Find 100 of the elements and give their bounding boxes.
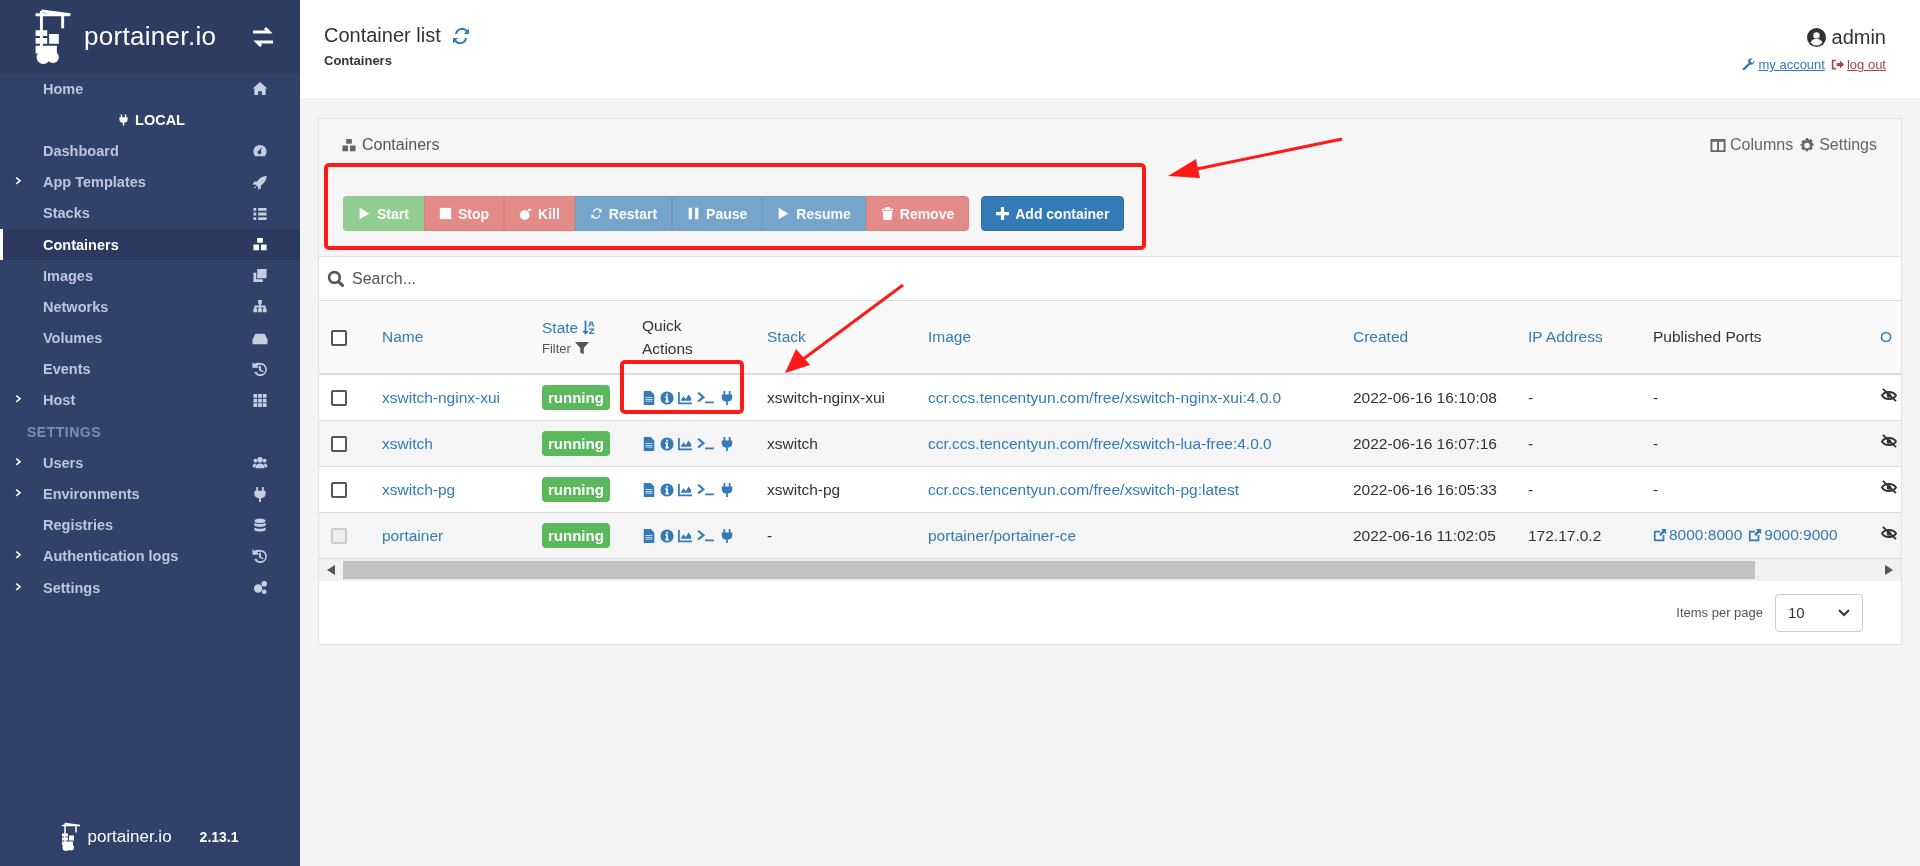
add-container-button[interactable]: Add container bbox=[981, 196, 1125, 231]
wrench-icon bbox=[1742, 58, 1756, 71]
trash-icon bbox=[880, 207, 894, 220]
sitemap-icon bbox=[252, 299, 268, 315]
info-icon[interactable] bbox=[660, 482, 674, 497]
history-icon bbox=[252, 548, 268, 564]
table-cell: 2022-06-16 16:07:16 bbox=[1353, 434, 1497, 452]
table-cell: 2022-06-16 11:02:05 bbox=[1353, 526, 1496, 544]
sidebar-item[interactable]: Networks bbox=[0, 291, 300, 323]
select-all-checkbox[interactable] bbox=[331, 329, 347, 346]
pause-icon bbox=[687, 207, 701, 220]
chart-icon[interactable] bbox=[678, 482, 692, 497]
row-checkbox[interactable] bbox=[331, 390, 347, 407]
sidebar-item[interactable]: Dashboard bbox=[0, 135, 300, 167]
chart-icon[interactable] bbox=[678, 528, 692, 543]
chart-icon[interactable] bbox=[678, 390, 692, 405]
plug-icon[interactable] bbox=[720, 436, 734, 451]
container-name-link[interactable]: xswitch-pg bbox=[382, 480, 456, 498]
grid-icon bbox=[252, 392, 268, 408]
sidebar-item[interactable]: Registries bbox=[0, 509, 300, 541]
row-checkbox[interactable] bbox=[331, 436, 347, 453]
container-name-link[interactable]: xswitch bbox=[382, 434, 433, 452]
plug-icon[interactable] bbox=[720, 482, 734, 497]
table-cell: - bbox=[1653, 388, 1659, 407]
row-checkbox[interactable] bbox=[331, 482, 347, 499]
toolbar-link[interactable]: Settings bbox=[1799, 136, 1877, 154]
image-link[interactable]: ccr.ccs.tencentyun.com/free/xswitch-nginx-xui:4.0.0 bbox=[928, 388, 1282, 406]
items-per-page-select[interactable]: 10 bbox=[1775, 593, 1863, 632]
sidebar-item[interactable]: Settings bbox=[0, 572, 300, 604]
table-cell: xswitch bbox=[767, 434, 818, 452]
sidebar-item[interactable]: Images bbox=[0, 260, 300, 292]
database-icon bbox=[252, 517, 268, 533]
logo-text: portainer.io bbox=[84, 21, 217, 52]
version-label: 2.13.1 bbox=[199, 829, 239, 845]
table-cell: xswitch-pg bbox=[767, 480, 841, 498]
plus-icon bbox=[996, 207, 1010, 220]
info-icon[interactable] bbox=[660, 436, 674, 451]
refresh-icon[interactable] bbox=[450, 25, 471, 46]
table-cell: - bbox=[767, 526, 773, 544]
crane-logo-icon bbox=[61, 820, 82, 854]
eye-slash-icon bbox=[1880, 526, 1897, 541]
swap-arrows-icon[interactable] bbox=[250, 26, 276, 47]
pagination-label: Items per page bbox=[1676, 605, 1763, 620]
home-icon bbox=[252, 81, 268, 97]
sidebar-item[interactable]: Home bbox=[0, 73, 300, 105]
stop-icon bbox=[438, 207, 452, 220]
logs-icon[interactable] bbox=[642, 528, 656, 543]
sidebar-item[interactable]: Users bbox=[0, 447, 300, 479]
table-cell: - bbox=[1528, 480, 1534, 498]
logs-icon[interactable] bbox=[642, 390, 656, 405]
logout-link[interactable]: log out bbox=[1830, 57, 1886, 72]
column-header[interactable]: Image bbox=[928, 328, 972, 345]
column-header: Published Ports bbox=[1653, 328, 1762, 345]
terminal-icon[interactable] bbox=[696, 436, 716, 451]
scrollbar-thumb[interactable] bbox=[343, 561, 1755, 579]
sidebar-item[interactable]: App Templates bbox=[0, 166, 300, 198]
sidebar-item[interactable]: Volumes bbox=[0, 322, 300, 354]
image-link[interactable]: ccr.ccs.tencentyun.com/free/xswitch-pg:latest bbox=[928, 480, 1239, 498]
chart-icon[interactable] bbox=[678, 436, 692, 451]
logs-icon[interactable] bbox=[642, 436, 656, 451]
table-cell: - bbox=[1653, 434, 1659, 453]
filter-toggle[interactable]: Filter bbox=[542, 340, 634, 356]
my-account-link[interactable]: my account bbox=[1742, 57, 1825, 72]
column-header[interactable]: IP Address bbox=[1528, 328, 1603, 345]
history-icon bbox=[252, 361, 268, 377]
column-header[interactable]: Created bbox=[1353, 328, 1409, 345]
info-icon[interactable] bbox=[660, 528, 674, 543]
logo-text: portainer.io bbox=[87, 827, 172, 847]
column-header[interactable]: State bbox=[542, 318, 579, 337]
sidebar-item[interactable]: Events bbox=[0, 353, 300, 385]
toolbar-link[interactable]: Columns bbox=[1710, 136, 1794, 154]
terminal-icon[interactable] bbox=[696, 528, 716, 543]
container-name-link[interactable]: xswitch-nginx-xui bbox=[382, 388, 500, 406]
sidebar-item[interactable]: Environments bbox=[0, 478, 300, 510]
sidebar-item[interactable]: Stacks bbox=[0, 197, 300, 229]
terminal-icon[interactable] bbox=[696, 482, 716, 497]
table-cell: - bbox=[1653, 480, 1659, 499]
search-icon bbox=[327, 270, 344, 287]
sidebar-item[interactable]: Containers bbox=[0, 228, 300, 261]
sidebar-item[interactable]: Host bbox=[0, 384, 300, 417]
panel-title: Containers bbox=[362, 136, 440, 154]
sign-out-icon bbox=[1830, 58, 1844, 71]
info-icon[interactable] bbox=[660, 390, 674, 405]
plug-icon[interactable] bbox=[720, 528, 734, 543]
column-header[interactable]: Stack bbox=[767, 328, 806, 345]
external-link-icon bbox=[1653, 527, 1667, 542]
settings-icon bbox=[1799, 137, 1816, 153]
sidebar-item[interactable]: Authentication logs bbox=[0, 540, 300, 572]
plug-icon[interactable] bbox=[720, 390, 734, 405]
cubes-icon bbox=[341, 137, 357, 153]
table-cell: - bbox=[1528, 388, 1534, 406]
eye-slash-icon bbox=[1880, 480, 1897, 495]
logs-icon[interactable] bbox=[642, 482, 656, 497]
horizontal-scrollbar[interactable] bbox=[319, 559, 1901, 581]
status-label: running bbox=[542, 522, 610, 548]
terminal-icon[interactable] bbox=[696, 390, 716, 405]
rocket-icon bbox=[252, 174, 268, 190]
column-header[interactable]: O bbox=[1880, 328, 1893, 345]
column-header[interactable]: Name bbox=[382, 328, 424, 345]
column-header: Quick Actions bbox=[642, 315, 694, 359]
